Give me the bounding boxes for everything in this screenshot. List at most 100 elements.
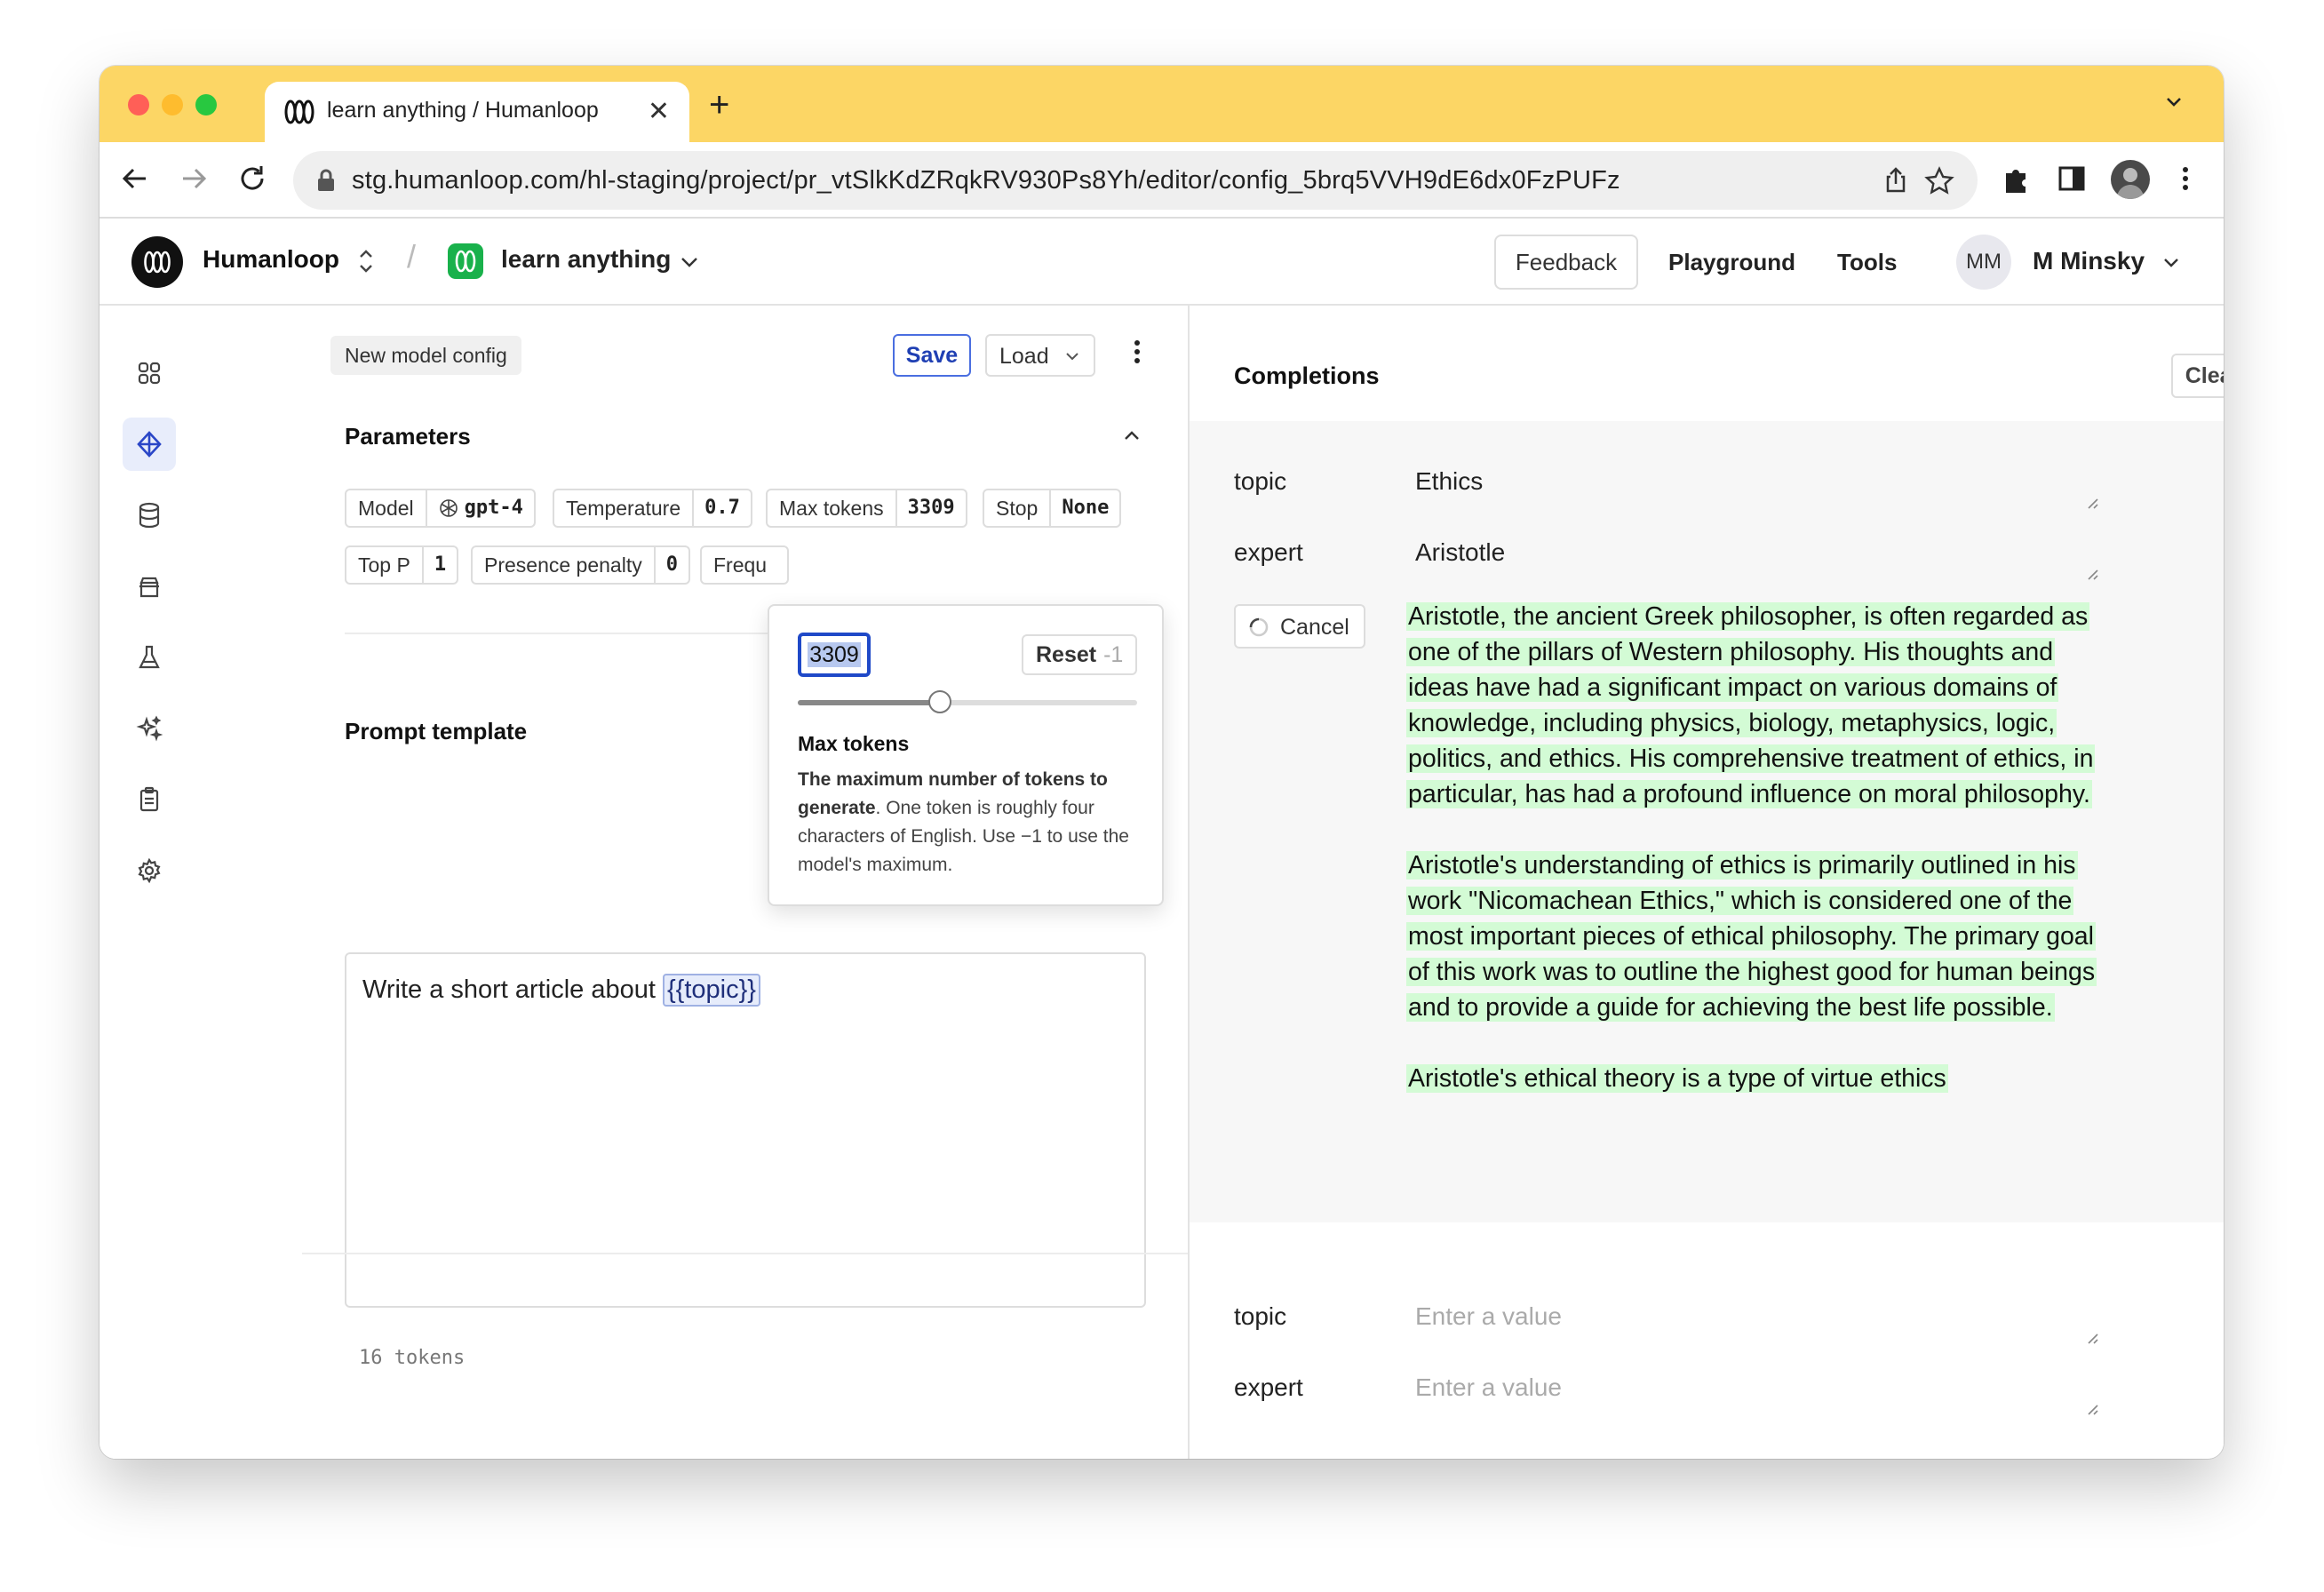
feedback-button[interactable]: Feedback — [1494, 235, 1638, 290]
model-value-text: gpt-4 — [464, 497, 523, 519]
input-value-topic[interactable]: Ethics — [1415, 467, 1483, 496]
project-name[interactable]: learn anything — [501, 245, 671, 274]
top-p-param[interactable]: Top P 1 — [345, 545, 459, 585]
resize-grip-icon[interactable] — [2085, 567, 2099, 585]
slider-thumb[interactable] — [928, 690, 952, 713]
prompt-text: Write a short article about {{topic}} — [362, 974, 760, 1007]
frequency-penalty-param[interactable]: Frequ — [700, 545, 789, 585]
completion-output: Aristotle, the ancient Greek philosopher… — [1406, 599, 2099, 1132]
reset-default-value: -1 — [1103, 642, 1124, 667]
bookmark-star-icon[interactable] — [1924, 166, 1954, 201]
playground-link[interactable]: Playground — [1668, 249, 1795, 276]
humanloop-logo-icon[interactable] — [131, 236, 183, 288]
tab-search-chevron-icon[interactable] — [2163, 91, 2185, 116]
completion-paragraph-text: Aristotle's ethical theory is a type of … — [1406, 1064, 1948, 1093]
model-param[interactable]: Model gpt-4 — [345, 489, 536, 528]
config-name-badge[interactable]: New model config — [330, 336, 521, 375]
zoom-window-button[interactable] — [195, 94, 217, 115]
temperature-param[interactable]: Temperature 0.7 — [553, 489, 752, 528]
save-button[interactable]: Save — [893, 334, 971, 377]
temperature-param-value: 0.7 — [692, 490, 751, 526]
clipboard-icon[interactable] — [123, 773, 176, 826]
prompt-template-editor[interactable]: Write a short article about {{topic}} — [345, 952, 1146, 1308]
completions-panel: Completions Clear topic Ethics expert Ar… — [1190, 306, 2224, 1459]
popover-description: The maximum number of tokens to generate… — [798, 766, 1144, 880]
frequency-penalty-param-label: Frequ — [713, 553, 768, 577]
grid-icon[interactable] — [123, 346, 176, 400]
extensions-puzzle-icon[interactable] — [1999, 161, 2034, 201]
topic-value-input[interactable]: Enter a value — [1415, 1302, 1562, 1331]
archive-icon[interactable] — [123, 560, 176, 613]
completion-paragraph-text: Aristotle's understanding of ethics is p… — [1406, 851, 2097, 1022]
flask-icon[interactable] — [123, 631, 176, 684]
profile-avatar[interactable] — [2111, 160, 2150, 199]
presence-penalty-param[interactable]: Presence penalty 0 — [471, 545, 690, 585]
resize-grip-icon[interactable] — [2085, 496, 2099, 514]
forward-arrow-icon[interactable] — [176, 161, 211, 201]
resize-grip-icon[interactable] — [2085, 1331, 2099, 1349]
url-text: stg.humanloop.com/hl-staging/project/pr_… — [352, 166, 1620, 195]
user-menu-chevron-down-icon[interactable] — [2162, 254, 2180, 276]
close-window-button[interactable] — [128, 94, 149, 115]
user-avatar[interactable]: MM — [1956, 235, 2011, 290]
new-tab-button[interactable]: + — [709, 87, 729, 123]
browser-toolbar: stg.humanloop.com/hl-staging/project/pr_… — [99, 142, 2224, 219]
database-icon[interactable] — [123, 489, 176, 542]
project-logo-icon — [448, 243, 483, 279]
tools-link[interactable]: Tools — [1837, 249, 1897, 276]
cancel-button[interactable]: Cancel — [1234, 604, 1365, 649]
app-header: Humanloop / learn anything Feedback Play… — [99, 219, 2224, 306]
prompt-plain-text: Write a short article about — [362, 975, 663, 1004]
resize-grip-icon[interactable] — [2085, 1402, 2099, 1421]
prompt-template-heading: Prompt template — [345, 718, 528, 744]
completion-block: topic Ethics expert Aristotle Cancel Ari… — [1190, 421, 2224, 1222]
stop-param[interactable]: Stop None — [983, 489, 1122, 528]
minimize-window-button[interactable] — [162, 94, 183, 115]
load-chevron-down-icon — [1066, 353, 1078, 361]
address-bar[interactable]: stg.humanloop.com/hl-staging/project/pr_… — [293, 151, 1978, 210]
share-icon[interactable] — [1882, 166, 1910, 199]
expert-value-input[interactable]: Enter a value — [1415, 1373, 1562, 1402]
max-tokens-input[interactable]: 3309 — [798, 633, 871, 677]
model-param-value: gpt-4 — [425, 490, 534, 526]
org-switcher-icon[interactable] — [357, 245, 375, 282]
close-tab-icon[interactable]: ✕ — [648, 96, 670, 127]
divider — [302, 1253, 1188, 1254]
load-label: Load — [999, 344, 1049, 369]
editor-icon[interactable] — [123, 418, 176, 471]
input-value-expert[interactable]: Aristotle — [1415, 538, 1505, 567]
collapse-parameters-chevron-up-icon[interactable] — [1123, 428, 1141, 447]
load-button[interactable]: Load — [985, 334, 1095, 377]
completion-paragraph: Aristotle's ethical theory is a type of … — [1406, 1061, 2099, 1096]
settings-icon[interactable] — [123, 844, 176, 897]
more-options-icon[interactable] — [1132, 338, 1142, 370]
clear-button[interactable]: Clear — [2171, 354, 2224, 398]
top-p-param-value: 1 — [421, 547, 457, 583]
side-panel-icon[interactable] — [2054, 161, 2089, 201]
max-tokens-param-label: Max tokens — [779, 497, 884, 520]
browser-menu-icon[interactable] — [2177, 161, 2194, 201]
user-name[interactable]: M Minsky — [2033, 247, 2145, 275]
completion-paragraph-text: Aristotle, the ancient Greek philosopher… — [1406, 602, 2096, 808]
max-tokens-slider[interactable] — [798, 690, 1137, 713]
browser-tab[interactable]: learn anything / Humanloop ✕ — [265, 82, 689, 142]
breadcrumb-separator: / — [407, 238, 417, 275]
openai-icon — [439, 499, 458, 517]
presence-penalty-param-value: 0 — [653, 547, 688, 583]
cancel-label: Cancel — [1280, 615, 1349, 640]
popover-title: Max tokens — [798, 732, 910, 755]
lock-icon[interactable] — [316, 168, 336, 197]
max-tokens-popover: 3309 Reset -1 Max tokens The maximum numb… — [768, 604, 1164, 906]
org-name[interactable]: Humanloop — [203, 245, 339, 274]
prompt-variable-topic[interactable]: {{topic}} — [662, 974, 760, 1007]
reset-button[interactable]: Reset -1 — [1022, 634, 1137, 675]
reload-icon[interactable] — [235, 161, 270, 201]
input-key-topic: topic — [1234, 467, 1287, 495]
max-tokens-param[interactable]: Max tokens 3309 — [766, 489, 967, 528]
stop-param-value: None — [1049, 490, 1119, 526]
back-arrow-icon[interactable] — [117, 161, 153, 201]
presence-penalty-param-label: Presence penalty — [484, 553, 642, 577]
project-chevron-down-icon[interactable] — [679, 252, 700, 278]
humanloop-favicon-icon — [284, 98, 314, 131]
sparkle-icon[interactable] — [123, 702, 176, 755]
